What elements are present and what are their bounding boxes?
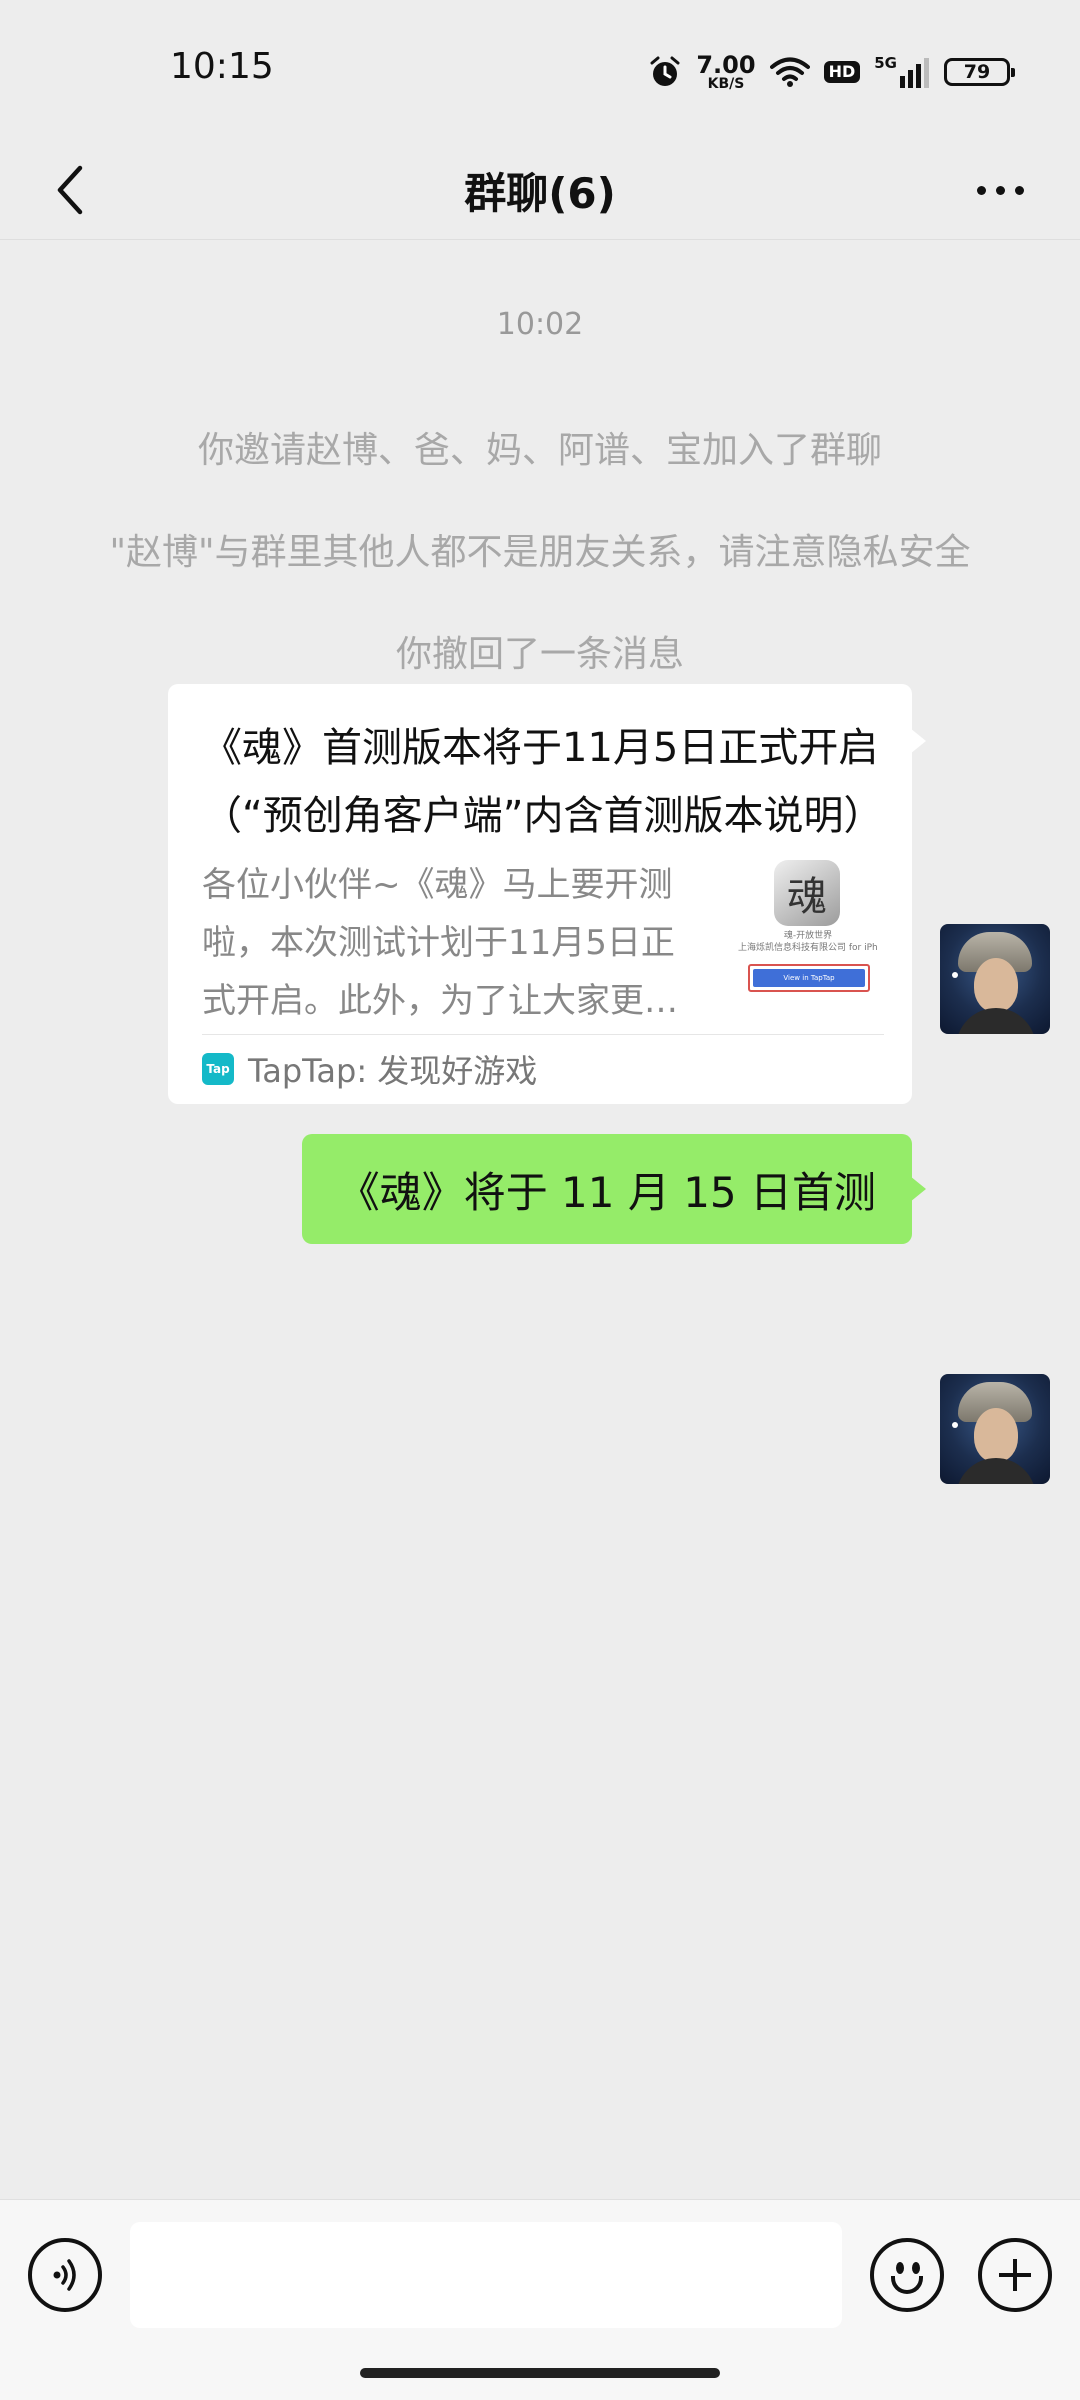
voice-button[interactable] (28, 2238, 102, 2312)
system-message-invite: 你邀请赵博、爸、妈、阿谱、宝加入了群聊 (197, 430, 882, 471)
thumbnail-caption: 魂-开放世界 上海烁凯信息科技有限公司 for iPhone (738, 930, 878, 954)
emoji-button[interactable] (870, 2238, 944, 2312)
signal-icon: 5G (874, 56, 930, 88)
battery-icon: 79 (944, 58, 1015, 86)
page-title: 群聊(6) (464, 168, 616, 218)
home-indicator[interactable] (360, 2368, 720, 2378)
more-dots-icon (976, 185, 986, 195)
plus-button[interactable] (978, 2238, 1052, 2312)
app-icon: 魂 (774, 860, 840, 926)
link-card-message[interactable]: 《魂》首测版本将于11月5日正式开启（“预创角客户端”内含首测版本说明） 各位小… (168, 684, 926, 1104)
thumbnail-button-label: View in TapTap (753, 969, 865, 987)
nav-bar: 群聊(6) (0, 140, 1080, 240)
timestamp: 10:02 (496, 307, 584, 342)
input-bar (0, 2199, 1080, 2400)
thumbnail-button: View in TapTap (748, 964, 870, 992)
battery-level: 79 (963, 61, 991, 83)
network-type: 5G (874, 54, 897, 72)
link-card-title: 《魂》首测版本将于11月5日正式开启（“预创角客户端”内含首测版本说明） (202, 725, 882, 839)
emoji-icon (896, 2262, 904, 2274)
system-message-privacy: "赵博"与群里其他人都不是朋友关系，请注意隐私安全 (109, 532, 971, 573)
status-icons: 7.00 KB/S HD 5G 79 (648, 50, 1015, 94)
thumbnail-publisher: 上海烁凯信息科技有限公司 for iPhone (738, 943, 878, 953)
wifi-icon (769, 56, 810, 88)
text-message-bubble[interactable]: 《魂》将于 11 月 15 日首测 (301, 1134, 927, 1244)
divider (202, 1034, 884, 1035)
link-card-description: 各位小伙伴~《魂》马上要开测啦，本次测试计划于11月5日正式开启。此外，为了让大… (202, 865, 678, 1021)
hd-badge: HD (823, 61, 861, 83)
more-button[interactable] (950, 150, 1050, 230)
avatar[interactable] (940, 924, 1050, 1034)
system-message-recall: 你撤回了一条消息 (395, 634, 684, 675)
taptap-logo-icon: Tap (202, 1053, 234, 1085)
alarm-icon (648, 55, 682, 89)
avatar[interactable] (940, 1374, 1050, 1484)
net-speed-unit: KB/S (707, 76, 745, 92)
source-label: TapTap: 发现好游戏 (248, 1052, 538, 1090)
net-speed: 7.00 KB/S (696, 53, 755, 91)
voice-icon (53, 2259, 76, 2291)
link-card-thumbnail: 魂 魂-开放世界 上海烁凯信息科技有限公司 for iPhone View in… (738, 860, 878, 996)
status-bar: 10:15 7.00 KB/S HD 5G 79 (0, 0, 1080, 140)
message-input[interactable] (130, 2222, 842, 2328)
status-time: 10:15 (170, 46, 274, 87)
net-speed-value: 7.00 (696, 51, 756, 79)
link-card-source: Tap TapTap: 发现好游戏 (202, 1048, 537, 1090)
thumbnail-app-name: 魂-开放世界 (783, 931, 833, 941)
